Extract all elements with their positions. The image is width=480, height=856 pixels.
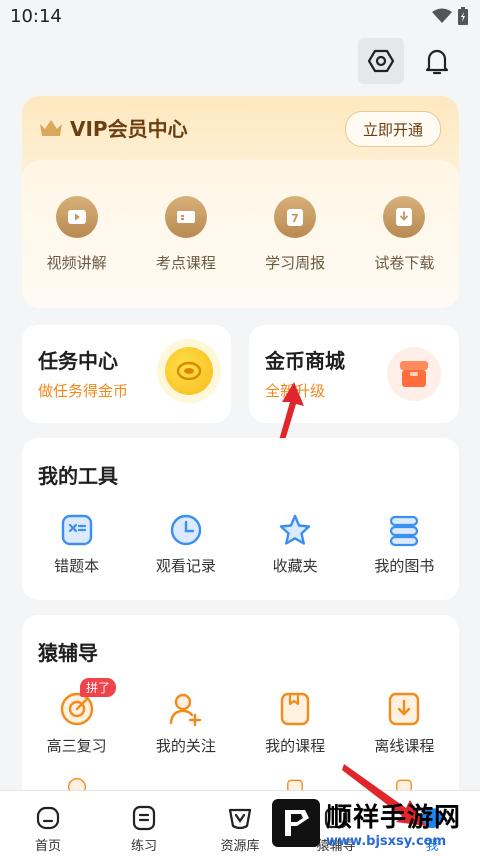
settings-icon: [367, 49, 395, 73]
coin-shop-title: 金币商城: [265, 349, 345, 373]
fudao-item-review[interactable]: 拼了 高三复习: [22, 678, 131, 756]
fudao-row: 拼了 高三复习 我的关注 我的课程 离线课程: [22, 678, 459, 756]
nav-home[interactable]: 首页: [0, 791, 96, 856]
gift-box-icon: [387, 347, 441, 401]
vip-item-weekly[interactable]: 7 学习周报: [241, 196, 350, 273]
tool-label: 收藏夹: [272, 557, 318, 575]
fudao-item-my-course[interactable]: 我的课程: [241, 691, 350, 756]
coin-icon: [165, 347, 213, 395]
task-center-title: 任务中心: [38, 349, 118, 373]
download-icon: [383, 196, 426, 238]
my-tools-title: 我的工具: [38, 464, 118, 488]
resource-icon: [228, 808, 252, 830]
settings-button[interactable]: [358, 38, 404, 84]
nav-practice[interactable]: 练习: [96, 791, 192, 856]
calendar-7-icon: 7: [274, 196, 317, 238]
clock-icon: [170, 514, 202, 546]
star-icon: [279, 514, 311, 545]
fudao-item-label: 离线课程: [374, 737, 435, 755]
watermark-url: www.bjsxsy.com: [326, 833, 447, 849]
course-icon: [164, 196, 207, 238]
task-center-card[interactable]: 任务中心 做任务得金币: [22, 325, 231, 423]
vip-item-label: 试卷下载: [374, 254, 435, 272]
bell-icon: [425, 49, 449, 75]
vip-title: VIP会员中心: [70, 117, 188, 141]
nav-label: 资源库: [220, 839, 260, 854]
mistake-book-icon: [61, 514, 92, 546]
battery-icon: [458, 7, 468, 25]
top-actions: [358, 38, 460, 84]
task-center-subtitle: 做任务得金币: [38, 382, 129, 400]
watermark-title: 顺祥手游网: [326, 802, 462, 833]
status-time: 10:14: [10, 6, 62, 27]
follow-user-icon: [169, 693, 202, 727]
offline-download-icon: [389, 692, 420, 726]
notification-button[interactable]: [414, 38, 460, 84]
tool-label: 我的图书: [374, 557, 435, 575]
nav-label: 首页: [34, 839, 61, 854]
my-course-icon: [280, 692, 310, 726]
vip-item-label: 学习周报: [265, 254, 326, 272]
status-icons: [432, 7, 468, 25]
promo-badge: 拼了: [80, 678, 117, 697]
play-icon: [55, 196, 98, 238]
vip-open-button[interactable]: 立即开通: [345, 111, 441, 147]
tool-watch-history[interactable]: 观看记录: [131, 513, 240, 576]
crown-icon: [40, 119, 62, 136]
fudao-title: 猿辅导: [38, 641, 98, 665]
my-tools-card: 我的工具 错题本 观看记录 收藏夹 我的图书: [22, 438, 459, 600]
home-icon: [36, 806, 60, 830]
vip-title-row: VIP会员中心: [38, 113, 188, 142]
fudao-item-label: 我的课程: [265, 737, 326, 755]
nav-label: 练习: [130, 839, 157, 854]
vip-items: 视频讲解 考点课程 7 学习周报 试卷下载: [22, 196, 459, 273]
watermark-text: 顺祥手游网 www.bjsxsy.com: [326, 797, 461, 849]
wifi-icon: [432, 8, 452, 23]
tool-mistake-book[interactable]: 错题本: [22, 513, 131, 576]
vip-item-label: 考点课程: [155, 254, 216, 272]
vip-item-download[interactable]: 试卷下载: [350, 196, 459, 273]
vip-card[interactable]: VIP会员中心 立即开通 视频讲解 考点课程 7 学习周报 试卷下载: [22, 96, 459, 308]
tools-row: 错题本 观看记录 收藏夹 我的图书: [22, 513, 459, 576]
vip-inner-panel: 视频讲解 考点课程 7 学习周报 试卷下载: [22, 160, 459, 308]
vip-item-label: 视频讲解: [46, 254, 107, 272]
fudao-item-follow[interactable]: 我的关注: [131, 691, 240, 756]
tool-my-books[interactable]: 我的图书: [350, 513, 459, 576]
tool-favorites[interactable]: 收藏夹: [241, 513, 350, 576]
practice-icon: [132, 805, 156, 831]
books-icon: [390, 515, 419, 547]
watermark: 顺祥手游网 www.bjsxsy.com: [272, 790, 480, 855]
vip-item-video[interactable]: 视频讲解: [22, 196, 131, 273]
fudao-item-label: 我的关注: [155, 737, 216, 755]
fudao-item-offline[interactable]: 离线课程: [350, 691, 459, 756]
fudao-item-label: 高三复习: [46, 737, 107, 755]
svg-text:7: 7: [291, 212, 299, 225]
tool-label: 错题本: [54, 557, 100, 575]
vip-item-course[interactable]: 考点课程: [131, 196, 240, 273]
status-bar: 10:14: [0, 0, 480, 34]
tool-label: 观看记录: [155, 557, 216, 575]
watermark-logo-icon: [272, 798, 320, 847]
